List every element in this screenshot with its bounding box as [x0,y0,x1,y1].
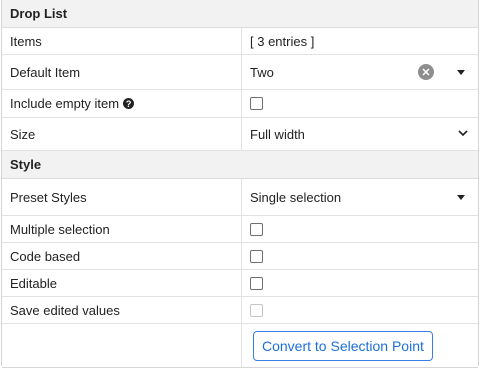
row-multiple-selection: Multiple selection [2,216,478,243]
multiple-selection-checkbox[interactable] [250,222,263,236]
row-code-based: Code based [2,243,478,270]
row-value [242,243,478,269]
row-value [242,270,478,296]
row-label: Editable [2,270,242,296]
items-value[interactable]: [ 3 entries ] [242,28,478,54]
row-label: Preset Styles [2,179,242,215]
row-label: Size [2,118,242,150]
row-preset-styles: Preset Styles Single selection [2,179,478,216]
convert-to-selection-point-button[interactable]: Convert to Selection Point [253,330,433,361]
row-value [242,297,478,323]
section-header-style: Style [2,151,478,179]
row-value [242,216,478,242]
include-empty-checkbox[interactable] [250,97,263,110]
default-item-value: Two [250,64,274,80]
row-label-empty [2,324,242,367]
caret-down-icon[interactable] [457,70,465,75]
property-inspector: Drop List Items [ 3 entries ] Default It… [1,0,479,368]
include-empty-label: Include empty item [10,96,120,111]
row-editable: Editable [2,270,478,297]
save-edited-checkbox [250,303,263,317]
size-select[interactable]: Full width [242,118,478,150]
caret-down-icon[interactable] [457,195,465,200]
preset-styles-value: Single selection [250,189,342,205]
preset-styles-dropdown[interactable]: Single selection [242,179,478,215]
row-value: Convert to Selection Point [242,324,478,367]
row-label: Save edited values [2,297,242,323]
row-label: Include empty item ? [2,90,242,117]
section-title: Drop List [10,6,68,21]
row-label: Multiple selection [2,216,242,242]
row-label: Items [2,28,242,54]
help-icon[interactable]: ? [123,98,135,109]
row-save-edited: Save edited values [2,297,478,324]
row-value [242,90,478,117]
row-label: Default Item [2,55,242,89]
row-label: Code based [2,243,242,269]
row-size: Size Full width [2,118,478,151]
chevron-down-icon [458,130,468,137]
default-item-dropdown[interactable]: Two ✕ [242,55,478,89]
code-based-checkbox[interactable] [250,249,263,263]
clear-icon[interactable]: ✕ [418,64,434,80]
editable-checkbox[interactable] [250,276,263,290]
section-header-drop-list: Drop List [2,0,478,28]
section-title: Style [10,157,42,172]
row-default-item: Default Item Two ✕ [2,55,478,90]
row-convert: Convert to Selection Point [2,324,478,368]
row-include-empty: Include empty item ? [2,90,478,118]
row-items: Items [ 3 entries ] [2,28,478,55]
size-value: Full width [250,126,305,142]
